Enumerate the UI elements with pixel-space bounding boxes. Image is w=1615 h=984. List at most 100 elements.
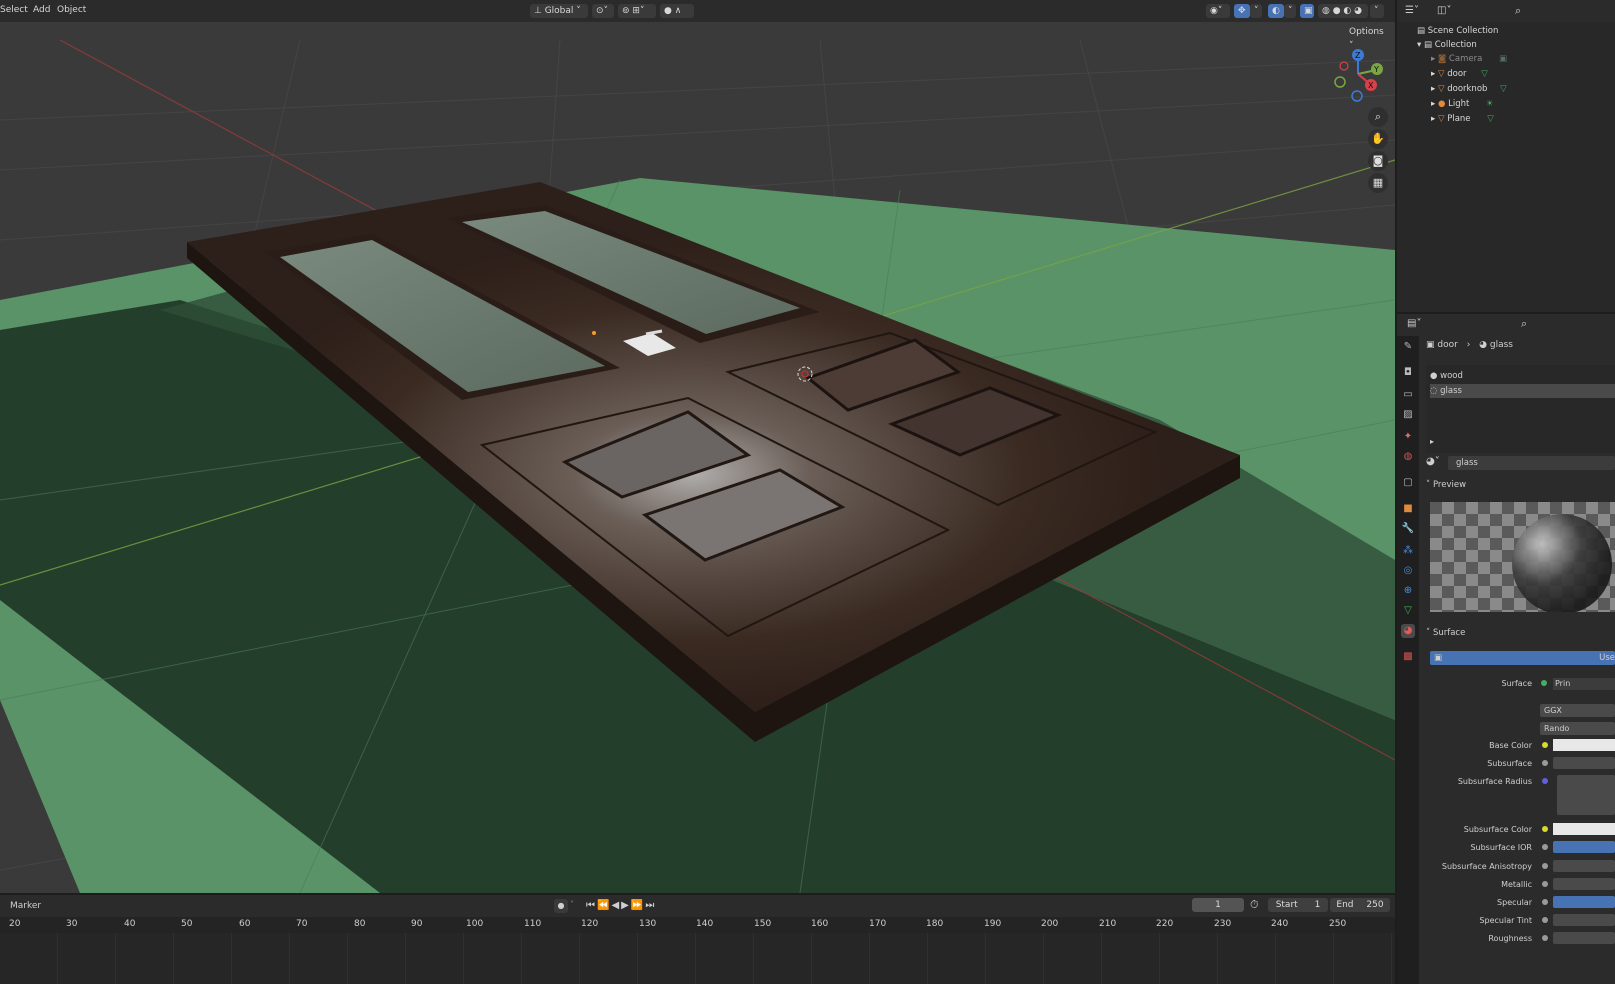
scene-tab-icon[interactable]: ✦	[1401, 430, 1415, 444]
shading-mode-buttons[interactable]: ◍ ● ◐ ◕	[1318, 4, 1368, 18]
distribution-dropdown[interactable]: GGX	[1540, 704, 1615, 717]
material-name-field[interactable]: glass	[1448, 456, 1615, 470]
prev-keyframe-icon[interactable]: ⏪	[597, 900, 611, 911]
menu-add[interactable]: Add	[33, 5, 50, 15]
snap-dropdown[interactable]: ⊚ ⊞˅	[618, 4, 656, 18]
overlays-dropdown[interactable]: ˅	[1284, 4, 1296, 18]
subsurface-color-swatch[interactable]	[1553, 823, 1615, 835]
outliner-item-door[interactable]: ▸ ▽ door ▽	[1431, 67, 1488, 81]
preview-panel-header[interactable]: ˅ Preview	[1426, 480, 1466, 490]
stopwatch-icon[interactable]: ⏱	[1250, 898, 1259, 912]
outliner-item-plane[interactable]: ▸ ▽ Plane ▽	[1431, 112, 1494, 126]
base-color-swatch[interactable]	[1553, 739, 1615, 751]
world-tab-icon[interactable]: ◍	[1401, 450, 1415, 464]
surface-shader-field[interactable]: Prin	[1553, 678, 1615, 690]
xray-toggle[interactable]: ▣	[1300, 4, 1314, 18]
specular-tint-field[interactable]	[1553, 914, 1615, 926]
next-keyframe-icon[interactable]: ⏩	[631, 900, 645, 911]
modifier-tab-icon[interactable]: 🔧	[1401, 522, 1415, 536]
material-slot-wood[interactable]: ● wood	[1430, 369, 1615, 383]
end-frame-field[interactable]: End 250	[1330, 898, 1390, 912]
keying-dropdown-icon[interactable]: ˅	[570, 900, 574, 909]
outliner-item-label: door	[1447, 69, 1467, 79]
specular-field[interactable]	[1553, 896, 1615, 908]
roughness-field[interactable]	[1553, 932, 1615, 944]
outliner-item-camera[interactable]: ▸ ◙ Camera ▣	[1431, 52, 1507, 66]
data-tab-icon[interactable]: ▽	[1401, 604, 1415, 618]
tool-tab-icon[interactable]: ✎	[1401, 340, 1415, 354]
texture-tab-icon[interactable]: ▩	[1401, 650, 1415, 664]
param-label: Subsurface Color	[1463, 825, 1532, 834]
current-frame-field[interactable]: 1	[1192, 898, 1244, 912]
outliner-editor-type-icon[interactable]: ☰˅	[1405, 5, 1419, 16]
collection-tab-icon[interactable]: ▢	[1401, 476, 1415, 490]
record-icon[interactable]: ●	[554, 899, 568, 913]
output-tab-icon[interactable]: ▭	[1401, 388, 1415, 402]
material-slot-glass[interactable]: ◌ glass	[1430, 384, 1615, 398]
outliner-item-light[interactable]: ▸ ● Light ☀	[1431, 97, 1494, 111]
subsurface-method-dropdown[interactable]: Rando	[1540, 722, 1615, 735]
chevron-down-icon: ˅	[1254, 6, 1259, 16]
material-browse-icon[interactable]: ◕˅	[1426, 456, 1440, 467]
collection-row[interactable]: ▾ ▤ Collection	[1417, 38, 1477, 52]
shading-dropdown[interactable]: ˅	[1370, 4, 1384, 18]
transform-orientation-dropdown[interactable]: ⊥ Global ˅	[530, 4, 588, 18]
outliner-item-doorknob[interactable]: ▸ ▽ doorknob ▽	[1431, 82, 1507, 96]
timeline-track-area[interactable]	[0, 933, 1395, 984]
physics-tab-icon[interactable]: ◎	[1401, 564, 1415, 578]
jump-start-icon[interactable]: ⏮	[586, 900, 597, 911]
snap-icon: ⊚ ⊞˅	[622, 6, 645, 16]
material-preview	[1430, 502, 1615, 612]
pivot-point-dropdown[interactable]: ⊙˅	[592, 4, 614, 18]
search-icon[interactable]: ⌕	[1515, 4, 1521, 18]
camera-view-icon[interactable]: ◙	[1368, 151, 1388, 171]
camera-data-icon: ▣	[1498, 54, 1508, 64]
properties-editor-type-icon[interactable]: ▤˅	[1407, 318, 1421, 329]
grid-icon[interactable]: ▦	[1368, 173, 1388, 193]
material-icon: ◌	[1430, 386, 1441, 396]
start-frame-field[interactable]: Start 1	[1268, 898, 1328, 912]
search-icon[interactable]: ⌕	[1521, 317, 1527, 331]
overlays-toggle[interactable]: ◐	[1268, 4, 1284, 18]
subsurface-ior-field[interactable]	[1553, 841, 1615, 853]
object-tab-icon[interactable]: ■	[1401, 502, 1415, 516]
view-layer-tab-icon[interactable]: ▨	[1401, 408, 1415, 422]
material-selector[interactable]: ◕˅ glass	[1426, 456, 1615, 470]
ruler-tick: 110	[524, 919, 542, 929]
subsurface-field[interactable]	[1553, 757, 1615, 769]
menu-select[interactable]: Select	[0, 5, 28, 15]
gizmo-toggle[interactable]: ✥	[1234, 4, 1250, 18]
chevron-down-icon: ˅	[1426, 628, 1433, 638]
marker-menu[interactable]: Marker	[10, 901, 41, 911]
render-tab-icon[interactable]: ◘	[1401, 366, 1415, 380]
menu-object[interactable]: Object	[57, 5, 86, 15]
ruler-tick: 190	[984, 919, 1002, 929]
play-reverse-icon[interactable]: ◀	[611, 900, 621, 911]
ruler-tick: 50	[181, 919, 193, 929]
proportional-edit-dropdown[interactable]: ● ∧	[660, 4, 694, 18]
end-value: 250	[1366, 900, 1384, 910]
subsurface-anisotropy-field[interactable]	[1553, 860, 1615, 872]
play-icon[interactable]: ▶	[621, 900, 631, 911]
particles-tab-icon[interactable]: ⁂	[1401, 544, 1415, 558]
display-mode-icon[interactable]: ◫˅	[1437, 5, 1451, 16]
pan-hand-icon[interactable]: ✋	[1368, 129, 1388, 149]
surface-panel-header[interactable]: ˅ Surface	[1426, 628, 1465, 638]
metallic-field[interactable]	[1553, 878, 1615, 890]
3d-viewport[interactable]: Select Add Object ⊥ Global ˅ ⊙˅ ⊚ ⊞˅ ● ∧…	[0, 0, 1395, 893]
gizmo-dropdown[interactable]: ˅	[1250, 4, 1262, 18]
subsurface-radius-field[interactable]	[1557, 775, 1615, 815]
material-slots-list[interactable]: ● wood ◌ glass ▸	[1426, 365, 1615, 453]
breadcrumb-separator-icon: ›	[1466, 340, 1471, 350]
zoom-icon[interactable]: ⌕	[1368, 107, 1388, 127]
visibility-dropdown[interactable]: ◉˅	[1206, 4, 1230, 18]
jump-end-icon[interactable]: ⏭	[645, 900, 656, 911]
expand-arrow-icon[interactable]: ▸	[1430, 437, 1434, 446]
options-dropdown[interactable]: Options ˅	[1345, 25, 1391, 51]
scene-collection-row[interactable]: ▤ Scene Collection	[1417, 24, 1498, 38]
surface-shader-row[interactable]: Surface Prin	[1420, 678, 1615, 692]
material-tab-icon[interactable]: ◕	[1401, 624, 1415, 638]
use-nodes-button[interactable]: ▣ Use	[1430, 651, 1615, 665]
gizmo-axes-icon[interactable]: Z Y X	[1328, 46, 1388, 106]
constraints-tab-icon[interactable]: ⊕	[1401, 584, 1415, 598]
